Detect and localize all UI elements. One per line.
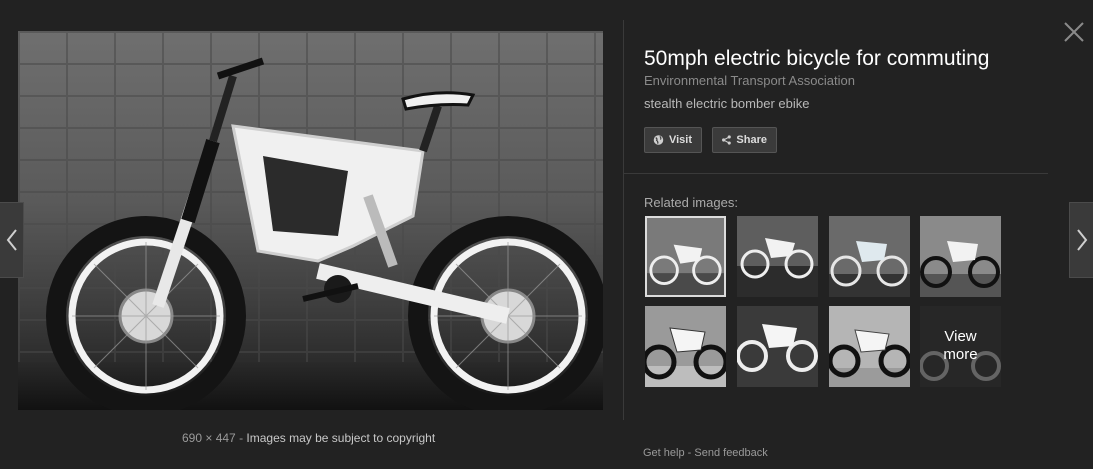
view-more-label: View more: [920, 328, 1001, 364]
image-caption: 690 × 447 - Images may be subject to cop…: [182, 431, 435, 445]
previous-image-button[interactable]: [0, 202, 24, 278]
get-help-link[interactable]: Get help: [643, 447, 685, 459]
globe-icon: [653, 135, 664, 145]
related-images-label: Related images:: [644, 195, 738, 210]
send-feedback-link[interactable]: Send feedback: [694, 447, 767, 459]
related-thumbnail[interactable]: [920, 216, 1001, 297]
bicycle-illustration: [46, 57, 603, 410]
view-more-thumbnail[interactable]: View more: [920, 306, 1001, 387]
image-source[interactable]: Environmental Transport Association: [644, 73, 855, 88]
thumbnail-image: [737, 306, 818, 387]
related-thumbnail[interactable]: [737, 306, 818, 387]
panel-divider: [623, 20, 624, 420]
share-button[interactable]: Share: [712, 127, 777, 153]
chevron-right-icon: [1076, 229, 1087, 251]
related-thumbnail[interactable]: [645, 306, 726, 387]
caption-separator: -: [239, 431, 244, 445]
related-thumbnail[interactable]: [829, 216, 910, 297]
thumbnail-image: [829, 306, 910, 387]
related-thumbnail[interactable]: [645, 216, 726, 297]
thumbnail-image: [647, 218, 724, 295]
section-divider: [624, 173, 1048, 174]
footer-separator: -: [687, 447, 692, 459]
close-icon: [1064, 22, 1084, 42]
related-thumbnail[interactable]: [737, 216, 818, 297]
footer-links: Get help - Send feedback: [643, 447, 768, 459]
visit-button[interactable]: Visit: [644, 127, 702, 153]
thumbnail-image: [829, 216, 910, 297]
close-button[interactable]: [1063, 21, 1085, 43]
copyright-notice: Images may be subject to copyright: [246, 431, 436, 445]
view-more-line2: more: [943, 346, 978, 363]
thumbnail-image: [737, 216, 818, 297]
image-dimensions: 690 × 447: [182, 431, 236, 445]
related-thumbnail[interactable]: [829, 306, 910, 387]
image-description: stealth electric bomber ebike: [644, 96, 810, 111]
main-image[interactable]: [18, 31, 603, 410]
thumbnail-image: [645, 306, 726, 387]
view-more-line1: View: [944, 328, 977, 345]
image-title[interactable]: 50mph electric bicycle for commuting: [644, 47, 989, 71]
share-label: Share: [736, 134, 767, 146]
visit-label: Visit: [668, 134, 692, 146]
share-icon: [722, 135, 731, 145]
chevron-left-icon: [6, 229, 17, 251]
next-image-button[interactable]: [1069, 202, 1093, 278]
thumbnail-image: [920, 216, 1001, 297]
